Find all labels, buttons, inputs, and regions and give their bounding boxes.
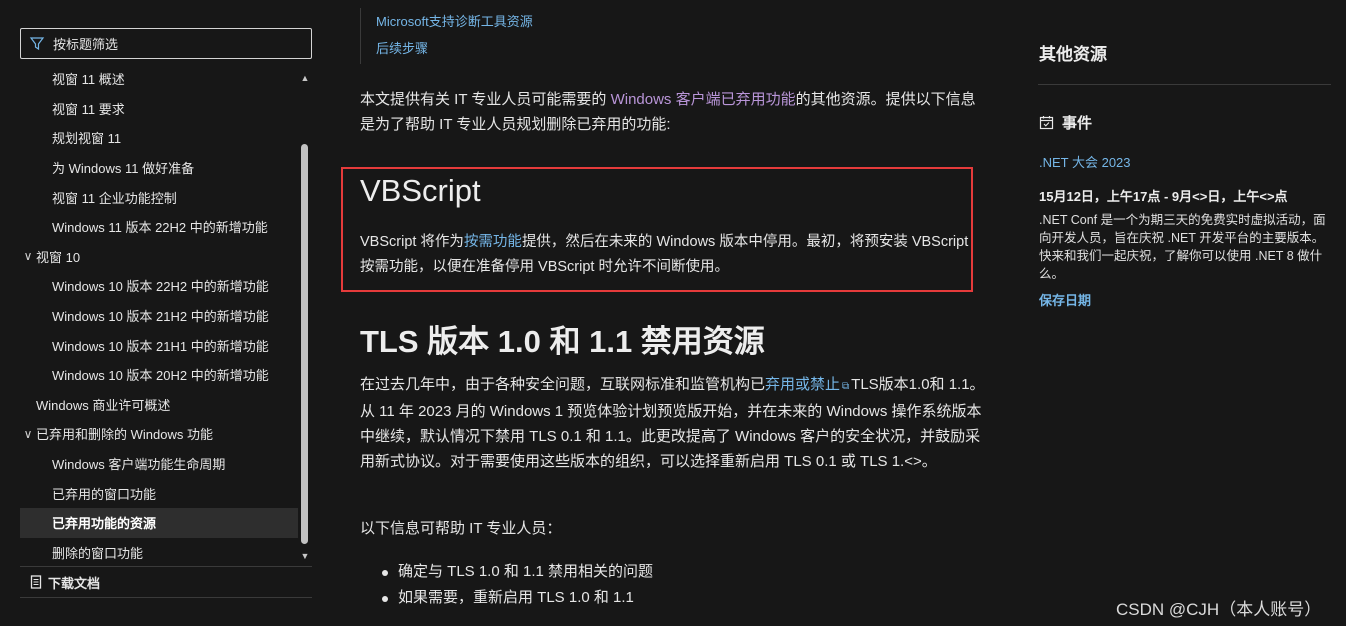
toc-scrollbar[interactable]: ▲ ▼ <box>298 64 312 562</box>
document-icon <box>30 575 42 589</box>
toc-item[interactable]: Windows 10 版本 22H2 中的新增功能 <box>20 271 298 301</box>
watermark: CSDN @CJH（本人账号） <box>1116 600 1322 619</box>
tls-bullet-list: 确定与 TLS 1.0 和 1.1 禁用相关的问题 如果需要，重新启用 TLS … <box>380 559 653 611</box>
toc-item[interactable]: ∨ 已弃用和删除的 Windows 功能 <box>20 419 298 449</box>
toc-item-label: 视窗 10 <box>36 249 81 265</box>
tls-heading: TLS 版本 1.0 和 1.1 禁用资源 <box>360 324 765 359</box>
help-text: 以下信息可帮助 IT 专业人员： <box>360 520 562 537</box>
toc-item-label: Windows 商业许可概述 <box>36 397 171 413</box>
chevron-down-icon[interactable]: ∨ <box>20 427 36 441</box>
toc-item-label: 删除的窗口功能 <box>52 545 144 561</box>
table-of-contents: 视窗 11 概述 视窗 11 要求 规划视窗 11 为 Windows 11 做好准备… <box>20 64 298 564</box>
toc-item[interactable]: 视窗 11 要求 <box>20 94 298 124</box>
toc-item[interactable]: Windows 商业许可概述 <box>20 390 298 420</box>
filter-icon <box>29 36 45 50</box>
toc-item[interactable]: Windows 10 版本 21H2 中的新增功能 <box>20 301 298 331</box>
toc-item-label: Windows 11 版本 22H2 中的新增功能 <box>52 220 268 236</box>
toc-item-label: Windows 10 版本 22H2 中的新增功能 <box>52 279 269 295</box>
vbscript-text-before: VBScript 将作为 <box>360 234 464 250</box>
filter-input[interactable]: 按标题筛选 <box>20 28 312 59</box>
deprecated-features-link[interactable]: Windows 客户端已弃用功能 <box>611 91 796 108</box>
in-page-nav: Microsoft支持诊断工具资源 后续步骤 <box>360 8 533 64</box>
scroll-up-arrow-icon[interactable]: ▲ <box>300 72 310 84</box>
toc-item[interactable]: 规划视窗 11 <box>20 123 298 153</box>
toc-item[interactable]: Windows 10 版本 20H2 中的新增功能 <box>20 360 298 390</box>
toc-item-label: 为 Windows 11 做好准备 <box>52 161 195 177</box>
divider <box>20 566 312 567</box>
divider <box>20 597 312 598</box>
download-docs-link[interactable]: 下载文档 <box>30 572 100 592</box>
toc-item-label: Windows 10 版本 21H1 中的新增功能 <box>52 338 269 354</box>
save-date-link[interactable]: 保存日期 <box>1039 290 1091 309</box>
toc-item[interactable]: Windows 11 版本 22H2 中的新增功能 <box>20 212 298 242</box>
nav-link-diagnostics[interactable]: Microsoft支持诊断工具资源 <box>376 8 533 35</box>
toc-item-label: Windows 10 版本 21H2 中的新增功能 <box>52 309 269 325</box>
toc-item[interactable]: ∨ 视窗 10 <box>20 242 298 272</box>
scroll-down-arrow-icon[interactable]: ▼ <box>300 550 310 562</box>
toc-item-label: 规划视窗 11 <box>52 131 122 147</box>
divider <box>1038 84 1331 85</box>
event-description: .NET Conf 是一个为期三天的免费实时虚拟活动，面向开发人员，旨在庆祝 .… <box>1039 213 1326 281</box>
main-content: Microsoft支持诊断工具资源 后续步骤 本文提供有关 IT 专业人员可能需… <box>340 0 1000 626</box>
toc-item-label: Windows 客户端功能生命周期 <box>52 457 226 473</box>
toc-item[interactable]: 视窗 11 企业功能控制 <box>20 182 298 212</box>
intro-text-before: 本文提供有关 IT 专业人员可能需要的 <box>360 91 611 108</box>
events-label: 事件 <box>1062 115 1093 132</box>
list-item: 如果需要，重新启用 TLS 1.0 和 1.1 <box>380 585 653 611</box>
toc-item-label: Windows 10 版本 20H2 中的新增功能 <box>52 368 269 384</box>
on-demand-feature-link[interactable]: 按需功能 <box>464 234 522 250</box>
events-heading: 事件 <box>1039 112 1092 133</box>
filter-placeholder: 按标题筛选 <box>53 37 119 52</box>
resources-heading: 其他资源 <box>1039 45 1107 64</box>
intro-paragraph: 本文提供有关 IT 专业人员可能需要的 Windows 客户端已弃用功能的其他资… <box>360 87 990 137</box>
toc-item[interactable]: 删除的窗口功能 <box>20 538 298 565</box>
additional-resources: 其他资源 事件 .NET 大会 2023 15月12日，上午17点 - 9月<>… <box>1038 0 1334 626</box>
event-link[interactable]: .NET 大会 2023 <box>1039 152 1131 171</box>
toc-item[interactable]: 已弃用功能的资源 <box>20 507 298 538</box>
toc-item[interactable]: 为 Windows 11 做好准备 <box>20 153 298 183</box>
toc-item-label: 已弃用的窗口功能 <box>52 486 157 502</box>
toc-item[interactable]: Windows 10 版本 21H1 中的新增功能 <box>20 330 298 360</box>
external-link-icon: ⧉ <box>842 381 850 392</box>
event-date: 15月12日，上午17点 - 9月<>日，上午<>点 <box>1039 189 1288 204</box>
toc-item[interactable]: 已弃用的窗口功能 <box>20 478 298 508</box>
toc-item-label: 视窗 11 要求 <box>52 101 125 117</box>
vbscript-heading: VBScript <box>360 173 481 208</box>
toc-item[interactable]: 视窗 11 概述 <box>20 64 298 94</box>
tls-text-before: 在过去几年中，由于各种安全问题，互联网标准和监管机构已 <box>360 376 766 393</box>
deprecated-or-prohibited-link[interactable]: 弃用或禁止 <box>765 376 840 393</box>
toc-item-label: 已弃用和删除的 Windows 功能 <box>36 427 213 443</box>
list-item: 确定与 TLS 1.0 和 1.1 禁用相关的问题 <box>380 559 653 585</box>
calendar-icon <box>1039 116 1054 130</box>
toc-item-label: 视窗 11 企业功能控制 <box>52 190 177 206</box>
chevron-down-icon[interactable]: ∨ <box>20 249 36 263</box>
vbscript-paragraph: VBScript 将作为按需功能提供，然后在未来的 Windows 版本中停用。… <box>360 230 970 280</box>
sidebar: 按标题筛选 视窗 11 概述 视窗 11 要求 规划视窗 11 为 Windows 1… <box>0 0 330 626</box>
tls-paragraph: 在过去几年中，由于各种安全问题，互联网标准和监管机构已弃用或禁止 ⧉ TLS版本1.… <box>360 372 988 474</box>
scroll-thumb[interactable] <box>301 144 308 544</box>
nav-link-next-steps[interactable]: 后续步骤 <box>376 35 533 62</box>
toc-item-label: 已弃用功能的资源 <box>52 516 157 532</box>
toc-item[interactable]: Windows 客户端功能生命周期 <box>20 449 298 479</box>
download-label: 下载文档 <box>48 575 101 591</box>
toc-item-label: 视窗 11 概述 <box>52 72 125 88</box>
